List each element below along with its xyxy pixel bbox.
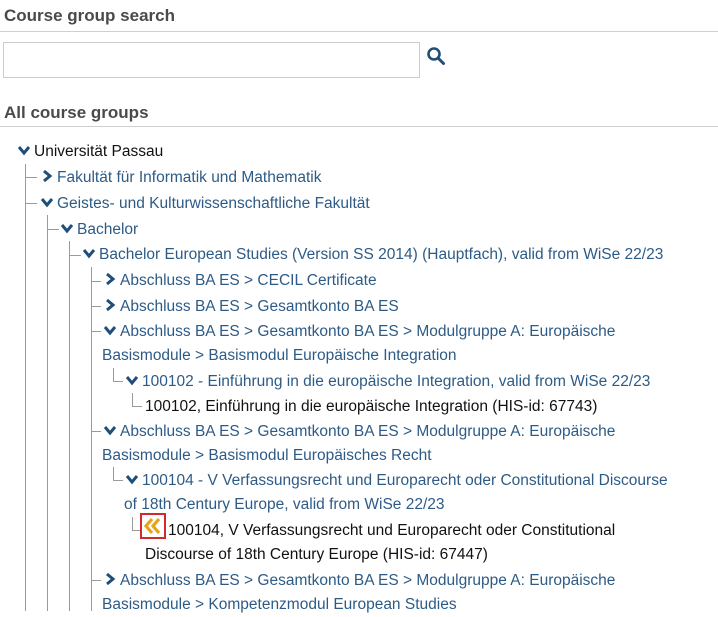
tree-guide-line	[132, 393, 133, 406]
chevron-right-icon[interactable]	[103, 272, 117, 286]
add-course-button[interactable]	[140, 513, 166, 539]
tree-guide-line	[113, 480, 123, 481]
tree-node-fakultaet-informatik[interactable]: Fakultät für Informatik und Mathematik	[40, 166, 321, 190]
tree-node-label[interactable]: 100104 - V Verfassungsrecht und Europare…	[142, 472, 668, 489]
tree-node-label[interactable]: Fakultät für Informatik und Mathematik	[57, 169, 321, 186]
chevron-right-icon[interactable]	[40, 169, 54, 183]
tree-node-basismodul-integration[interactable]: Abschluss BA ES > Gesamtkonto BA ES > Mo…	[103, 320, 615, 344]
tree-node-ba-european-studies[interactable]: Bachelor European Studies (Version SS 20…	[82, 243, 663, 267]
tree-node-100102-group[interactable]: 100102 - Einführung in die europäische I…	[125, 370, 650, 394]
tree-node-label[interactable]: Abschluss BA ES > Gesamtkonto BA ES	[120, 298, 399, 315]
tree-node-bachelor[interactable]: Bachelor	[60, 218, 138, 242]
tree-guide-line	[91, 431, 101, 432]
chevron-down-icon[interactable]	[17, 143, 31, 157]
chevron-right-icon[interactable]	[103, 298, 117, 312]
tree-node-cecil-certificate[interactable]: Abschluss BA ES > CECIL Certificate	[103, 269, 377, 293]
tree-node-label-continued[interactable]: Basismodule > Kompetenzmodul European St…	[102, 593, 457, 617]
tree-node-label[interactable]: Geistes- und Kulturwissenschaftliche Fak…	[57, 195, 370, 212]
chevron-down-icon[interactable]	[103, 323, 117, 337]
tree-guide-line	[91, 331, 101, 332]
tree-node-kompetenzmodul[interactable]: Abschluss BA ES > Gesamtkonto BA ES > Mo…	[103, 569, 615, 593]
tree-node-label[interactable]: Abschluss BA ES > Gesamtkonto BA ES > Mo…	[120, 572, 615, 589]
tree-guide-line	[113, 368, 114, 382]
tree-leaf-100102-course: 100102, Einführung in die europäische In…	[145, 398, 598, 415]
tree-node-label[interactable]: Bachelor European Studies (Version SS 20…	[99, 246, 663, 263]
tree-node-label-continued[interactable]: of 18th Century Europe, valid from WiSe …	[124, 493, 445, 517]
tree-guide-line	[113, 467, 114, 481]
tree-leaf-100104-course-continued: Discourse of 18th Century Europe (HIS-id…	[145, 546, 488, 563]
tree-node-label[interactable]: 100102 - Einführung in die europäische I…	[142, 373, 650, 390]
tree-guide-line	[132, 517, 133, 530]
tree-guide-line	[91, 267, 92, 611]
tree-guide-line	[47, 229, 59, 230]
tree-node-label: Universität Passau	[34, 143, 164, 160]
tree-node-gesamtkonto[interactable]: Abschluss BA ES > Gesamtkonto BA ES	[103, 295, 399, 319]
tree-guide-line	[47, 215, 48, 611]
tree-node-100104-group[interactable]: 100104 - V Verfassungsrecht und Europare…	[125, 469, 668, 493]
tree-guide-line	[113, 381, 123, 382]
chevron-down-icon[interactable]	[125, 373, 139, 387]
tree-node-universitaet-passau[interactable]: Universität Passau	[17, 140, 163, 164]
chevron-right-icon[interactable]	[103, 572, 117, 586]
tree-leaf-100104-course: 100104, V Verfassungsrecht und Europarec…	[168, 522, 616, 539]
tree-guide-line	[91, 580, 101, 581]
tree-node-label[interactable]: Abschluss BA ES > Gesamtkonto BA ES > Mo…	[120, 323, 615, 340]
tree-node-label-continued[interactable]: Basismodule > Basismodul Europäische Int…	[102, 344, 457, 368]
tree-guide-line	[25, 164, 26, 611]
double-chevron-left-icon	[143, 517, 161, 535]
tree-guide-line	[91, 281, 101, 282]
chevron-down-icon[interactable]	[40, 195, 54, 209]
tree-node-fakultaet-geistes[interactable]: Geistes- und Kulturwissenschaftliche Fak…	[40, 192, 370, 216]
tree-guide-line	[91, 306, 101, 307]
tree-node-label[interactable]: Abschluss BA ES > Gesamtkonto BA ES > Mo…	[120, 423, 615, 440]
chevron-down-icon[interactable]	[103, 423, 117, 437]
chevron-down-icon[interactable]	[82, 246, 96, 260]
tree-node-label[interactable]: Abschluss BA ES > CECIL Certificate	[120, 272, 377, 289]
chevron-down-icon[interactable]	[60, 221, 74, 235]
tree-node-label[interactable]: Bachelor	[77, 221, 138, 238]
course-group-tree: Universität Passau Fakultät für Informat…	[0, 0, 718, 613]
chevron-down-icon[interactable]	[125, 472, 139, 486]
tree-guide-line	[25, 177, 37, 178]
tree-guide-line	[132, 530, 140, 531]
tree-node-label-continued[interactable]: Basismodule > Basismodul Europäisches Re…	[102, 444, 432, 468]
tree-guide-line	[25, 203, 37, 204]
tree-guide-line	[132, 406, 142, 407]
tree-guide-line	[69, 241, 70, 611]
tree-node-basismodul-recht[interactable]: Abschluss BA ES > Gesamtkonto BA ES > Mo…	[103, 420, 615, 444]
tree-guide-line	[69, 255, 81, 256]
